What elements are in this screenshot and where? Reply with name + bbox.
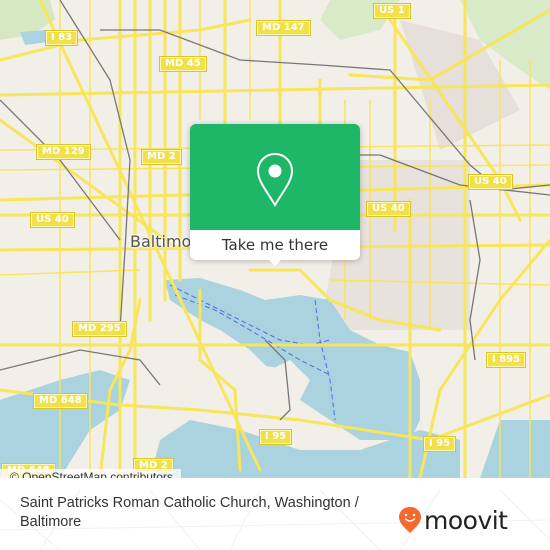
popup-pointer <box>267 258 283 266</box>
popup-header <box>190 124 360 230</box>
road-shield-md45: MD 45 <box>159 56 207 72</box>
road-shield-i83: I 83 <box>44 30 79 46</box>
road-shield-i895: I 895 <box>485 352 527 368</box>
road-shield-md295: MD 295 <box>72 321 127 337</box>
map[interactable]: I 83 MD 45 MD 147 US 1 MD 129 MD 2 US 40… <box>0 0 550 478</box>
moovit-logo[interactable]: moovit <box>398 506 508 534</box>
footer: Saint Patricks Roman Catholic Church, Wa… <box>0 490 550 550</box>
moovit-wordmark: moovit <box>424 505 508 535</box>
take-me-there-label: Take me there <box>221 236 329 254</box>
road-shield-us40: US 40 <box>366 201 411 217</box>
moovit-pin-icon <box>399 507 421 533</box>
road-shield-md648: MD 648 <box>33 393 88 409</box>
road-shield-us40: US 40 <box>30 212 75 228</box>
take-me-there-button[interactable]: Take me there <box>190 230 360 260</box>
road-shield-i95: I 95 <box>258 429 293 445</box>
location-popup: Take me there <box>190 124 360 266</box>
road-shield-us40: US 40 <box>468 174 513 190</box>
place-title: Saint Patricks Roman Catholic Church, Wa… <box>20 495 359 530</box>
road-shield-md129: MD 129 <box>36 144 91 160</box>
land-area <box>215 360 300 420</box>
road-shield-i95: I 95 <box>422 436 457 452</box>
road-shield-md2: MD 2 <box>141 149 182 165</box>
water-body <box>20 30 48 45</box>
map-attribution[interactable]: © OpenStreetMap contributors <box>0 469 181 478</box>
road-shield-md147: MD 147 <box>256 20 311 36</box>
road-shield-us1: US 1 <box>373 3 411 19</box>
water-body <box>480 420 550 478</box>
location-pin-icon <box>256 152 294 207</box>
